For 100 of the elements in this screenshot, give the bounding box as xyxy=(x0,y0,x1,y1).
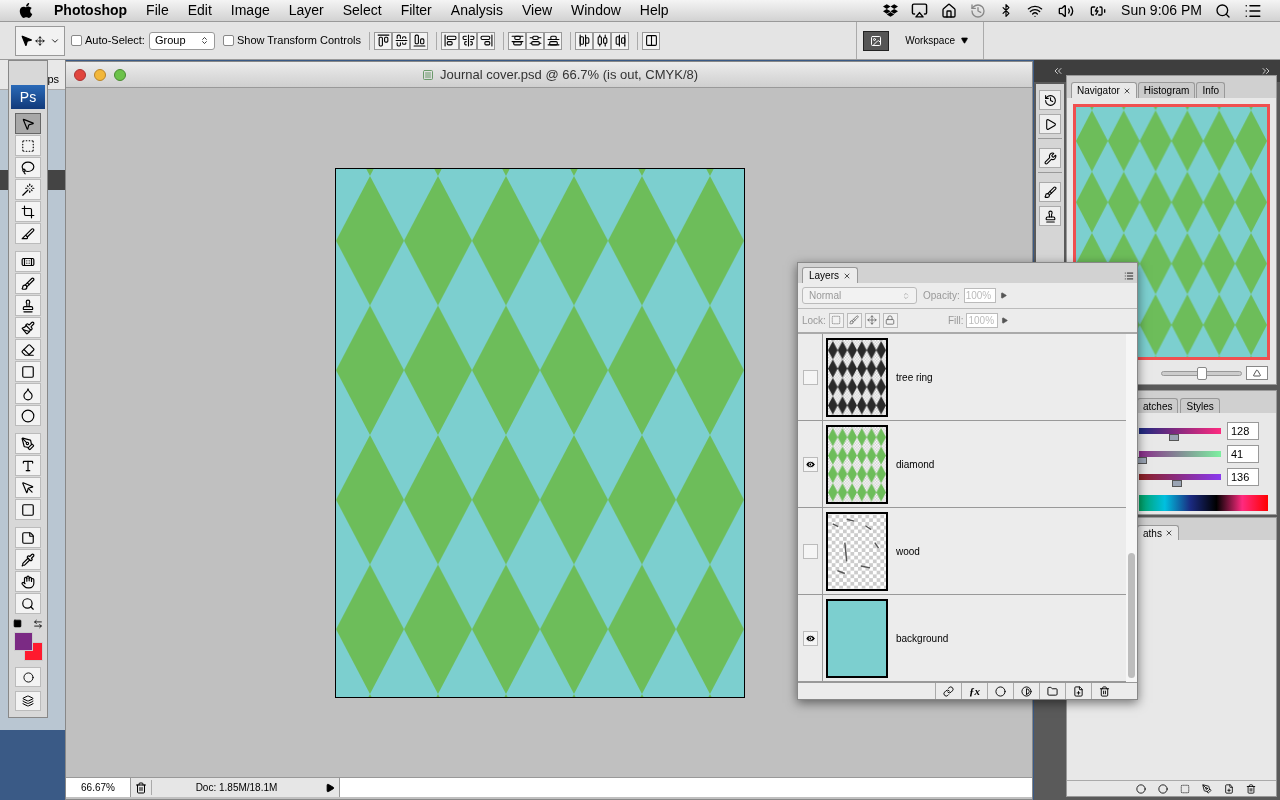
panel-button[interactable] xyxy=(1039,90,1061,110)
value-field[interactable]: 136 xyxy=(1227,468,1259,486)
tool-button[interactable] xyxy=(15,201,41,222)
slider-thumb[interactable] xyxy=(1169,434,1180,441)
align-button[interactable] xyxy=(642,31,661,50)
auto-select-dropdown[interactable]: Group xyxy=(148,31,215,50)
panel-tab[interactable]: aths xyxy=(1137,525,1179,540)
panel-tab[interactable]: atches xyxy=(1137,398,1179,413)
visibility-toggle[interactable] xyxy=(802,456,818,472)
default-colors-icon[interactable] xyxy=(13,619,22,628)
zoom-in-button[interactable] xyxy=(1246,366,1268,380)
align-button[interactable] xyxy=(410,31,429,50)
menu-item[interactable]: Select xyxy=(342,0,382,21)
menu-item[interactable]: File xyxy=(146,0,169,21)
align-button[interactable] xyxy=(593,31,612,50)
visibility-toggle[interactable] xyxy=(802,543,818,559)
zoom-button[interactable] xyxy=(114,68,126,81)
pen-icon[interactable] xyxy=(1202,783,1212,794)
tool-button[interactable] xyxy=(15,549,41,570)
tool-button[interactable] xyxy=(15,405,41,426)
tool-button[interactable] xyxy=(15,135,41,156)
align-button[interactable] xyxy=(477,31,496,50)
tool-button[interactable] xyxy=(15,433,41,454)
stroke-path-icon[interactable] xyxy=(1158,783,1168,794)
lock-button[interactable] xyxy=(846,312,862,328)
layer-row[interactable]: diamond xyxy=(798,421,1126,508)
tool-button[interactable] xyxy=(15,157,41,178)
align-button[interactable] xyxy=(508,31,527,50)
menu-item[interactable]: Window xyxy=(571,0,621,21)
apple-icon[interactable] xyxy=(18,2,34,19)
visibility-toggle[interactable] xyxy=(802,630,818,646)
display-icon[interactable] xyxy=(911,2,929,19)
tool-button[interactable] xyxy=(15,223,41,244)
tool-button[interactable] xyxy=(15,593,41,614)
checkbox[interactable] xyxy=(71,35,82,46)
panel-tab[interactable]: Navigator xyxy=(1071,82,1137,98)
align-button[interactable] xyxy=(374,31,393,50)
volume-icon[interactable] xyxy=(1057,2,1076,19)
slider-thumb[interactable] xyxy=(1196,366,1207,380)
align-button[interactable] xyxy=(392,31,411,50)
checkbox[interactable] xyxy=(222,35,234,46)
value-field[interactable]: 128 xyxy=(1227,422,1259,440)
play-icon[interactable] xyxy=(999,292,1007,300)
clock-icon[interactable] xyxy=(970,2,987,19)
app-menu[interactable]: Photoshop xyxy=(54,0,128,21)
bridge-button[interactable] xyxy=(863,30,890,51)
value-field[interactable]: 41 xyxy=(1227,445,1259,463)
tool-button[interactable] xyxy=(15,499,41,520)
tool-button[interactable] xyxy=(15,295,41,316)
lock-button[interactable] xyxy=(882,312,898,328)
align-button[interactable] xyxy=(526,31,545,50)
play-icon[interactable] xyxy=(325,782,335,793)
align-button[interactable] xyxy=(544,31,563,50)
align-button[interactable] xyxy=(611,31,630,50)
menu-item[interactable]: Image xyxy=(230,0,270,21)
tool-preset-button[interactable] xyxy=(15,25,65,56)
tool-button[interactable] xyxy=(15,113,41,134)
trash-icon[interactable] xyxy=(135,781,147,794)
menu-item[interactable]: Filter xyxy=(400,0,432,21)
collapse-icon[interactable] xyxy=(1052,65,1064,77)
panel-tab[interactable]: Histogram xyxy=(1137,82,1196,98)
layer-row[interactable]: background xyxy=(798,595,1126,682)
align-button[interactable] xyxy=(459,31,478,50)
workspace-button[interactable]: Workspace xyxy=(905,33,977,48)
clock-text[interactable]: Sun 9:06 PM xyxy=(1121,0,1202,21)
tool-button[interactable] xyxy=(15,317,41,338)
close-icon[interactable] xyxy=(843,271,851,280)
tool-button[interactable] xyxy=(15,361,41,382)
panel-button[interactable] xyxy=(1039,114,1061,134)
tool-button[interactable] xyxy=(15,455,41,476)
menu-item[interactable]: Analysis xyxy=(450,0,503,21)
slider-thumb[interactable] xyxy=(1137,457,1148,464)
menu-item[interactable]: Edit xyxy=(187,0,212,21)
close-icon[interactable] xyxy=(1164,529,1173,537)
tool-button[interactable] xyxy=(15,339,41,360)
panel-button[interactable] xyxy=(1039,182,1061,202)
selection-icon[interactable] xyxy=(1180,783,1190,794)
align-button[interactable] xyxy=(575,31,594,50)
house-icon[interactable] xyxy=(941,2,958,19)
screen-mode-button[interactable] xyxy=(15,691,41,711)
zoom-field[interactable]: 66.67% xyxy=(66,778,131,797)
layer-row[interactable]: wood xyxy=(798,508,1126,595)
fill-path-icon[interactable] xyxy=(1136,783,1146,794)
menu-item[interactable]: Layer xyxy=(288,0,324,21)
tool-button[interactable] xyxy=(15,383,41,404)
search-icon[interactable] xyxy=(1215,2,1231,19)
scroll-bar[interactable] xyxy=(1126,334,1137,682)
slider-thumb[interactable] xyxy=(1171,480,1182,487)
panel-tab[interactable]: Layers xyxy=(802,267,858,284)
expand-icon[interactable] xyxy=(1260,65,1272,77)
color-spectrum[interactable] xyxy=(1139,495,1268,511)
tool-button[interactable] xyxy=(15,477,41,498)
panel-menu-icon[interactable] xyxy=(1124,271,1134,281)
tool-button[interactable] xyxy=(15,527,41,548)
menu-item[interactable]: View xyxy=(521,0,553,21)
layer-action-button[interactable]: ƒx xyxy=(961,683,987,699)
swap-icon[interactable] xyxy=(33,619,43,629)
menu-item[interactable]: Help xyxy=(639,0,669,21)
panel-button[interactable] xyxy=(1039,148,1061,168)
new-path-icon[interactable] xyxy=(1224,783,1234,794)
